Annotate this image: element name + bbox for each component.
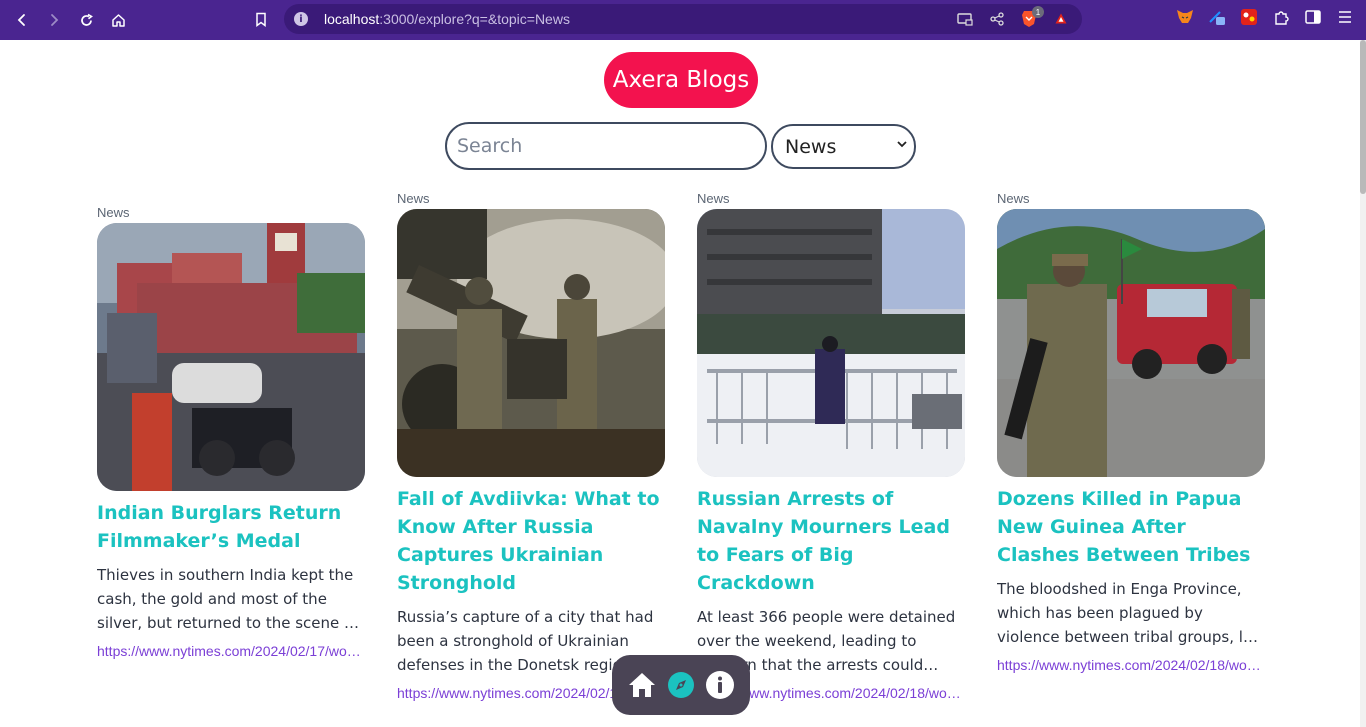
article-link[interactable]: https://www.nytimes.com/2024/02/17/world… (97, 643, 365, 659)
page-content: Axera Blogs News News (0, 40, 1366, 727)
article-title[interactable]: Indian Burglars Return Filmmaker’s Medal (97, 499, 365, 555)
scrollbar-thumb[interactable] (1360, 40, 1366, 194)
article-image[interactable] (97, 223, 365, 491)
brave-rewards-button[interactable] (1050, 8, 1072, 30)
article-title[interactable]: Dozens Killed in Papua New Guinea After … (997, 485, 1265, 569)
tabs-extension[interactable] (1238, 6, 1260, 28)
topic-selected-value: News (785, 135, 837, 158)
article-title[interactable]: Fall of Avdiivka: What to Know After Rus… (397, 485, 665, 597)
fox-icon (1177, 10, 1193, 23)
reload-icon (80, 13, 93, 26)
address-bar-actions: 1 (954, 6, 1072, 30)
back-button[interactable] (6, 4, 38, 36)
shield-count-badge: 1 (1032, 6, 1044, 18)
hamburger-icon (1339, 11, 1351, 23)
apps-grid-icon (1241, 9, 1257, 25)
cast-icon (957, 13, 973, 26)
url-host: localhost (324, 11, 380, 27)
url-path: :3000/explore?q=&topic=News (379, 11, 570, 27)
article-card[interactable]: News Russian Arrests of Navalny Mourners… (697, 191, 965, 701)
browser-nav (6, 4, 134, 36)
article-card[interactable]: News Dozens Killed in Papua New Guinea A… (997, 191, 1265, 673)
extensions-area (1174, 6, 1366, 28)
url-text[interactable]: localhost:3000/explore?q=&topic=News (324, 11, 570, 27)
article-title[interactable]: Russian Arrests of Navalny Mourners Lead… (697, 485, 965, 597)
home-outline-icon (111, 13, 125, 27)
brand-logo[interactable]: Axera Blogs (604, 52, 758, 108)
article-image[interactable] (697, 209, 965, 477)
home-icon (628, 673, 655, 697)
home-button[interactable] (102, 4, 134, 36)
share-button[interactable] (986, 8, 1008, 30)
brave-shields-button[interactable]: 1 (1018, 6, 1044, 30)
rewards-triangle-icon (1053, 11, 1069, 27)
article-category: News (97, 205, 130, 220)
address-bar[interactable]: i localhost:3000/explore?q=&topic=News 1 (284, 4, 1082, 34)
search-input[interactable] (445, 122, 767, 170)
extensions-button[interactable] (1270, 6, 1292, 28)
forward-button[interactable] (38, 4, 70, 36)
article-category: News (697, 191, 730, 206)
compass-icon (667, 672, 694, 698)
bookmark-icon (256, 12, 266, 27)
page-scrollbar[interactable] (1360, 40, 1366, 727)
sword-icon (1209, 11, 1225, 25)
article-image[interactable] (997, 209, 1265, 477)
translate-extension[interactable] (1206, 6, 1228, 28)
bookmark-button[interactable] (250, 8, 272, 30)
article-description: The bloodshed in Enga Province, which ha… (997, 580, 1264, 646)
chevron-right-icon (51, 14, 59, 26)
article-description: Thieves in southern India kept the cash,… (97, 566, 359, 632)
article-link[interactable]: https://www.nytimes.com/2024/02/18/world… (997, 657, 1265, 673)
metamask-extension[interactable] (1174, 6, 1196, 28)
menu-button[interactable] (1334, 6, 1356, 28)
article-image[interactable] (397, 209, 665, 477)
info-icon (706, 671, 735, 699)
cast-button[interactable] (954, 8, 976, 30)
site-info-icon[interactable]: i (294, 12, 308, 26)
chevron-down-icon (897, 141, 907, 148)
article-card[interactable]: News Fall of Avdiivka: What to Know Afte… (397, 191, 665, 701)
article-card[interactable]: News Indian Burglars Return Filmmaker’s … (97, 205, 365, 659)
article-category: News (997, 191, 1030, 206)
puzzle-icon (1275, 11, 1289, 25)
sidebar-icon (1305, 10, 1321, 24)
dock-about-button[interactable] (703, 668, 737, 702)
article-category: News (397, 191, 430, 206)
reload-button[interactable] (70, 4, 102, 36)
topic-select[interactable]: News (771, 124, 916, 169)
bottom-nav-dock (612, 655, 750, 715)
browser-toolbar: i localhost:3000/explore?q=&topic=News 1 (0, 0, 1366, 40)
dock-home-button[interactable] (625, 668, 659, 702)
sidebar-toggle-button[interactable] (1302, 6, 1324, 28)
share-icon (990, 12, 1004, 26)
chevron-left-icon (17, 14, 25, 26)
dock-explore-button[interactable] (664, 668, 698, 702)
